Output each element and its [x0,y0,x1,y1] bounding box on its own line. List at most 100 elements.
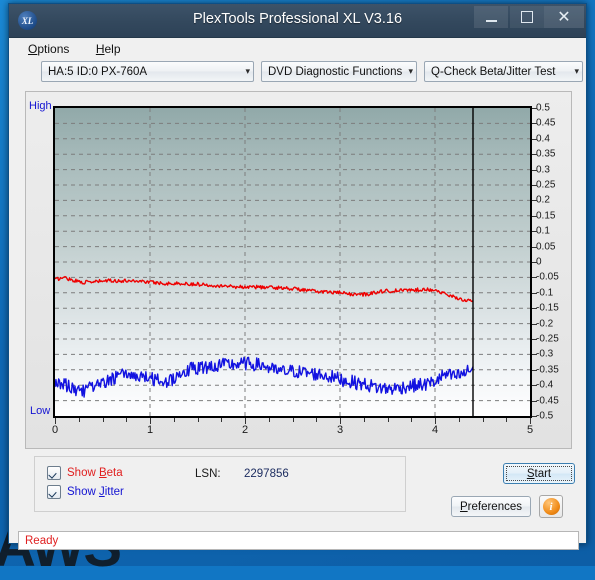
y-axis-tick-label: -0.25 [536,333,559,345]
y-axis-tick-label: -0.05 [536,271,559,283]
bottom-controls: Show Beta Show Jitter LSN: 2297856 Start… [25,456,575,521]
status-bar: Ready [18,531,579,550]
y-axis-tick-mark [532,400,537,402]
lsn-label: LSN: [195,468,221,480]
y-axis-tick-label: -0.45 [536,395,559,407]
y-axis-tick-label: -0.1 [536,287,554,299]
info-icon: i [542,498,560,515]
y-axis-tick-mark [532,369,537,371]
y-axis-tick-mark [532,138,537,140]
x-axis-tick-label: 5 [526,424,534,436]
lsn-value: 2297856 [244,468,289,480]
y-axis-tick-mark [532,154,537,156]
axis-label-low: Low [30,405,51,417]
x-axis-tick-mark [102,418,104,422]
x-axis-tick-mark [78,418,80,422]
y-axis-tick-label: 0.05 [536,241,556,253]
function-select[interactable]: DVD Diagnostic Functions ▾ [261,61,417,82]
x-axis-tick-mark [292,418,294,422]
y-axis-tick-mark [532,416,537,417]
x-axis-tick-mark [173,418,175,422]
y-axis-tick-mark [532,339,537,340]
y-axis-tick-mark [532,231,537,233]
series-toggle-group: Show Beta Show Jitter LSN: 2297856 [34,456,406,512]
function-select-value: DVD Diagnostic Functions [268,65,403,78]
x-axis-tick-label: 0 [51,424,59,436]
info-button[interactable]: i [539,495,563,518]
y-axis-tick-label: 0.4 [536,133,550,145]
y-axis-tick-mark [532,185,537,186]
test-select-value: Q-Check Beta/Jitter Test [431,65,556,78]
y-axis-tick-mark [532,308,537,310]
menu-help-rest: elp [104,42,121,56]
y-axis-tick-label: 0.3 [536,164,550,176]
beta-jitter-plot [53,106,532,418]
menu-item-options[interactable]: Options [25,41,72,57]
x-axis-tick-label: 3 [336,424,344,436]
y-axis-tick-mark [532,323,537,325]
x-axis-tick-label: 1 [146,424,154,436]
y-axis-tick-mark [532,246,537,248]
plot-canvas [55,108,530,416]
start-button[interactable]: Start [503,463,575,484]
x-axis-tick-mark [316,418,318,422]
y-axis-tick-label: -0.35 [536,364,559,376]
drive-select-value: HA:5 ID:0 PX-760A [48,65,148,78]
preferences-button[interactable]: Preferences [451,496,531,517]
menu-options-rest: ptions [37,42,70,56]
application-window: XL PlexTools Professional XL V3.16 ✕ Opt… [8,3,587,550]
chart-panel: High Low 0.5 0.45 0.4 0.35 0.3 0.25 0.2 0.15 0.1… [25,91,572,449]
chevron-down-icon: ▾ [408,66,413,76]
show-beta-label: Show Beta [67,467,123,479]
x-axis-tick-mark [411,418,413,422]
y-axis-tick-mark [532,292,537,294]
x-axis-tick-mark [458,418,460,422]
x-axis-tick-mark [387,418,389,422]
y-axis-tick-label: 0.35 [536,148,556,160]
x-axis-tick-mark [268,418,270,422]
show-jitter-checkbox[interactable]: Show Jitter [47,485,124,499]
y-axis-tick-label: -0.3 [536,348,554,360]
axis-label-high: High [29,100,52,112]
checkbox-checked-icon [47,485,61,499]
y-axis-tick-label: 0.45 [536,117,556,129]
y-axis-tick-mark [532,277,537,279]
status-text: Ready [25,534,59,547]
y-axis-tick-mark [532,262,537,263]
preferences-button-label: Preferences [459,500,522,513]
y-axis-tick-mark [532,169,537,171]
y-axis-tick-mark [532,108,537,109]
y-axis-tick-label: -0.4 [536,379,554,391]
y-axis-tick-label: 0.5 [536,102,550,114]
y-axis-tick-mark [532,200,537,202]
x-axis-tick-mark [221,418,223,422]
close-icon[interactable]: ✕ [544,6,584,28]
show-jitter-label: Show Jitter [67,486,124,498]
drive-select[interactable]: HA:5 ID:0 PX-760A ▾ [41,61,254,82]
x-axis-tick-mark [363,418,365,422]
test-select[interactable]: Q-Check Beta/Jitter Test ▾ [424,61,583,82]
minimize-icon[interactable] [474,6,508,28]
y-axis-tick-mark [532,354,537,356]
chevron-down-icon: ▾ [574,66,579,76]
x-axis-tick-mark [126,418,128,422]
toolbar: HA:5 ID:0 PX-760A ▾ DVD Diagnostic Funct… [9,58,586,88]
focus-ring [506,466,572,481]
y-axis-tick-label: 0.15 [536,210,556,222]
x-axis-tick-mark [506,418,508,422]
y-axis-tick-mark [532,215,537,217]
y-axis-tick-mark [532,385,537,387]
checkbox-checked-icon [47,466,61,480]
y-axis-tick-label: 0.25 [536,179,556,191]
title-bar[interactable]: XL PlexTools Professional XL V3.16 ✕ [9,4,586,38]
menu-bar: Options Help [9,38,586,58]
x-axis-tick-mark [482,418,484,422]
maximize-icon[interactable] [510,6,544,28]
y-axis-tick-mark [532,123,537,125]
show-beta-checkbox[interactable]: Show Beta [47,466,123,480]
y-axis-tick-label: -0.15 [536,302,559,314]
menu-item-help[interactable]: Help [93,41,124,57]
x-axis-tick-label: 4 [431,424,439,436]
x-axis-tick-mark [197,418,199,422]
x-axis-tick-label: 2 [241,424,249,436]
